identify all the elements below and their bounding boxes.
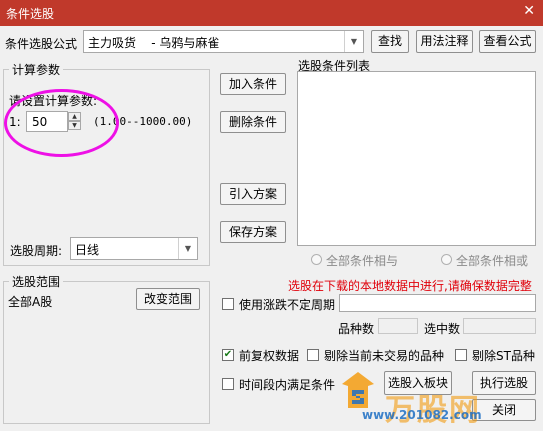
change-scope-button[interactable]: 改变范围 [136,288,200,310]
uncertain-period-field[interactable] [339,294,536,312]
data-notice: 选股在下载的本地数据中进行,请确保数据完整 [288,279,532,293]
chevron-down-icon[interactable]: ▼ [344,31,363,52]
pre-adjust-label: 前复权数据 [239,349,300,363]
pre-adjust-checkbox[interactable]: ✔ [222,349,234,361]
scope-group-label: 选股范围 [9,273,64,290]
execute-selection-button[interactable]: 执行选股 [472,371,536,395]
close-icon[interactable]: ✕ [523,3,535,19]
chevron-down-icon[interactable]: ▼ [178,238,197,259]
exclude-untraded-checkbox[interactable] [307,349,319,361]
view-formula-button[interactable]: 查看公式 [479,30,536,53]
selected-count-field [463,318,536,334]
formula-select-value: 主力吸货 - 乌鸦与麻雀 [88,36,220,50]
time-range-checkbox[interactable] [222,378,234,390]
period-select-value: 日线 [75,243,100,257]
import-scheme-button[interactable]: 引入方案 [220,183,286,205]
watermark-url: www.201082.com [362,408,482,422]
logic-or-label: 全部条件相或 [456,254,529,268]
watermark-brand: 万股网 [385,393,481,428]
logic-or-radio[interactable] [441,254,452,265]
formula-label: 条件选股公式 [5,37,78,51]
highlight-ellipse [4,89,119,157]
selected-count-label: 选中数 [424,322,461,336]
formula-select[interactable]: 主力吸货 - 乌鸦与麻雀 ▼ [83,30,364,53]
window-title: 条件选股 [6,7,55,21]
uncertain-period-checkbox[interactable] [222,298,234,310]
add-condition-button[interactable]: 加入条件 [220,73,286,95]
uncertain-period-label: 使用涨跌不定周期 [239,298,336,312]
condition-list[interactable] [297,71,536,246]
stock-count-label: 品种数 [338,322,375,336]
params-group-label: 计算参数 [9,61,64,78]
exclude-untraded-label: 剔除当前未交易的品种 [324,349,445,363]
usage-notes-button[interactable]: 用法注释 [416,30,473,53]
close-button[interactable]: 关闭 [472,399,536,421]
save-scheme-button[interactable]: 保存方案 [220,221,286,243]
title-bar: 条件选股 ✕ [0,0,543,26]
period-select[interactable]: 日线 ▼ [70,237,198,260]
logic-and-radio[interactable] [311,254,322,265]
find-button[interactable]: 查找 [371,30,409,53]
exclude-st-label: 剔除ST品种 [472,349,535,363]
stock-count-field [378,318,418,334]
logic-and-label: 全部条件相与 [326,254,399,268]
period-label: 选股周期: [10,244,63,258]
time-range-label: 时间段内满足条件 [239,378,336,392]
delete-condition-button[interactable]: 删除条件 [220,111,286,133]
scope-value: 全部A股 [8,295,53,309]
exclude-st-checkbox[interactable] [455,349,467,361]
